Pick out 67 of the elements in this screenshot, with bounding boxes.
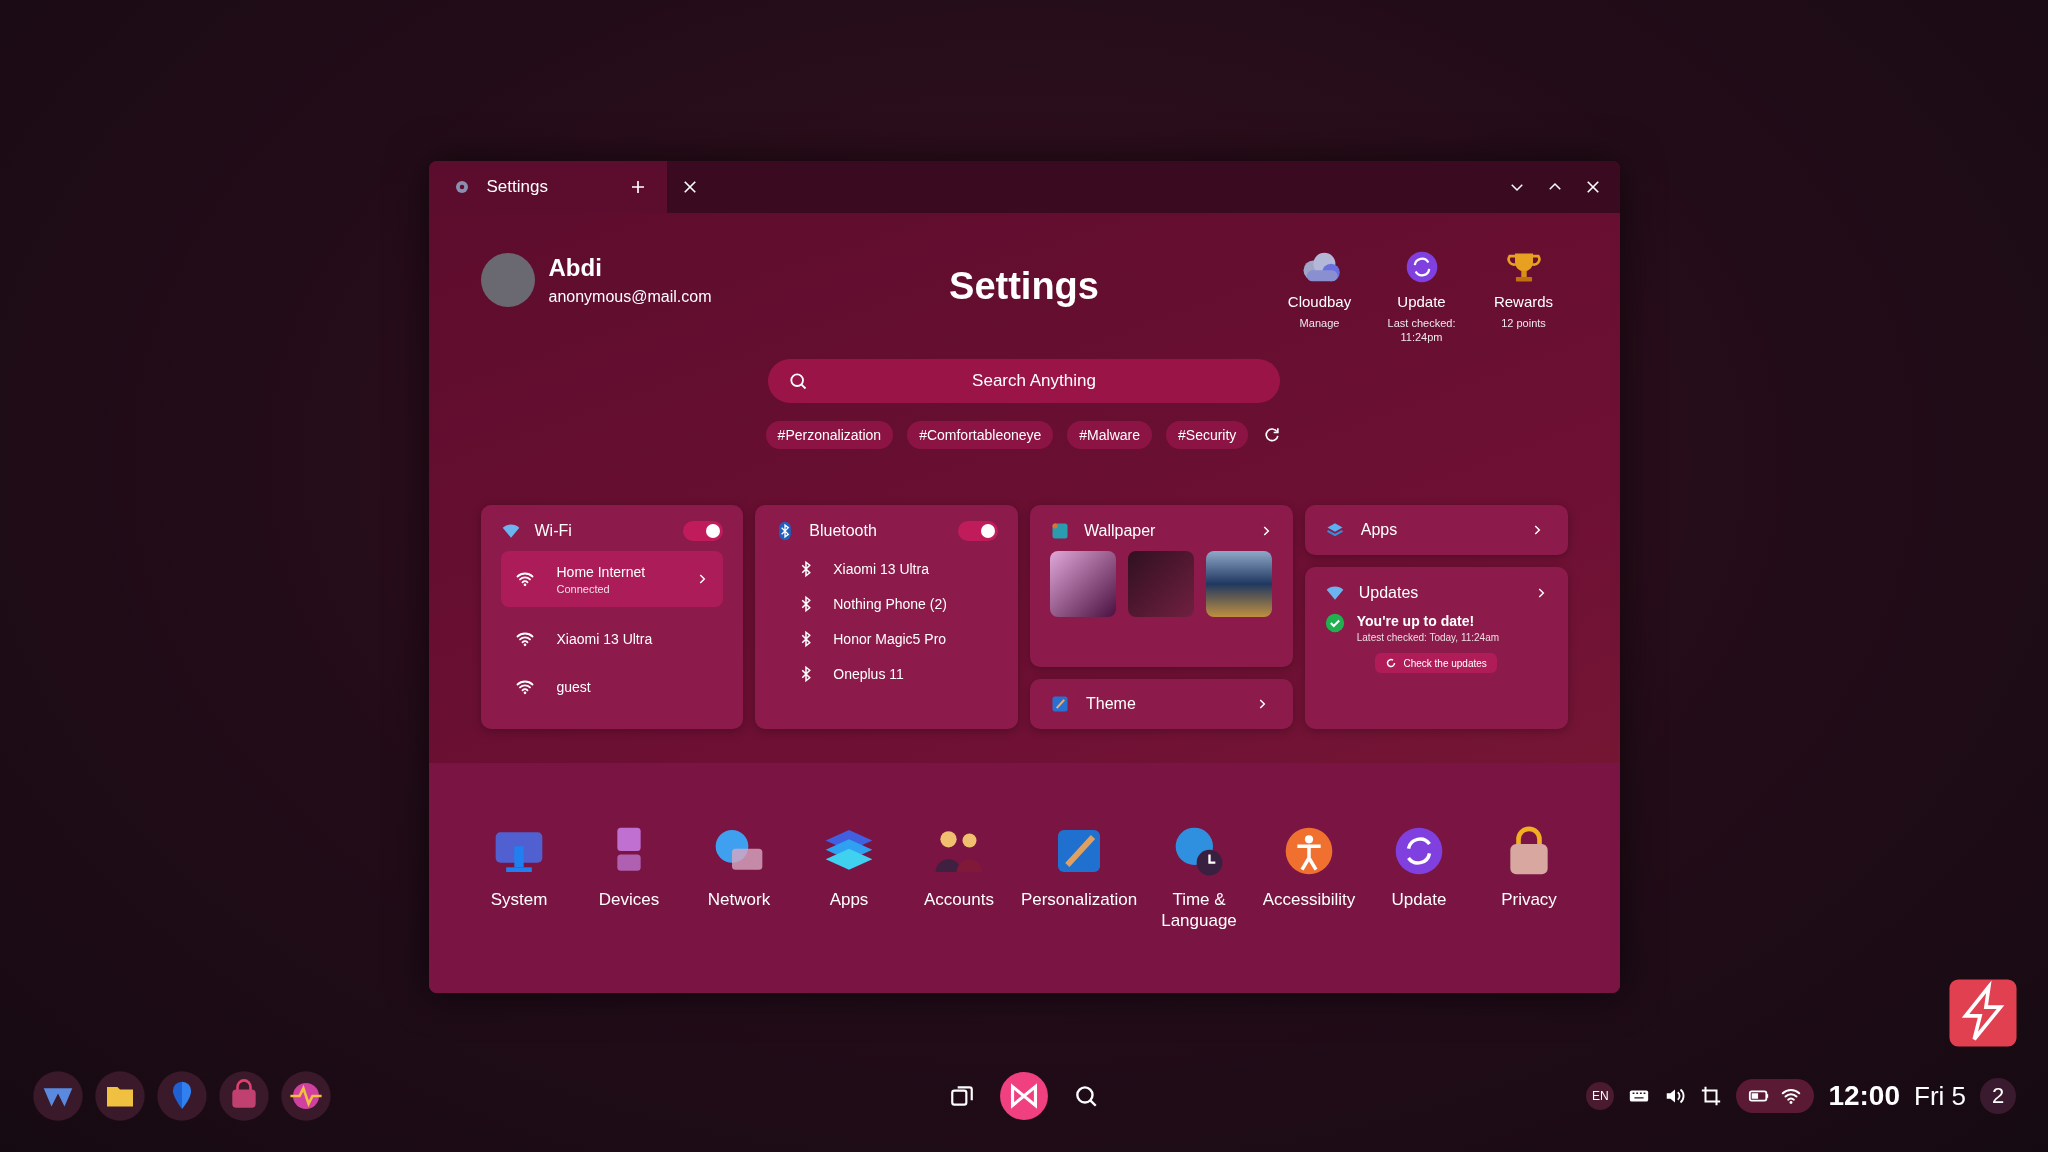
quick-link-caption: Manage (1298, 316, 1341, 331)
quick-link-caption: Last checked: 11:24pm (1386, 316, 1457, 345)
avatar[interactable] (480, 253, 535, 307)
category-item[interactable]: Personalization (1014, 823, 1144, 993)
tag-chip[interactable]: #Comfortableoneye (907, 421, 1054, 449)
wallpaper-thumbnail[interactable] (1050, 551, 1116, 617)
crop-icon[interactable] (1700, 1085, 1723, 1107)
status-pill[interactable] (1736, 1079, 1815, 1113)
map-pin-icon[interactable] (156, 1070, 208, 1122)
wifi-list-item[interactable]: Xiaomi 13 Ultra (500, 617, 724, 661)
category-item[interactable]: Apps (794, 823, 904, 993)
pulse-icon[interactable] (280, 1070, 332, 1122)
wallpaper-thumbnail[interactable] (1128, 551, 1194, 617)
date[interactable]: Fri 5 (1914, 1080, 1966, 1112)
start-icon[interactable] (999, 1071, 1049, 1121)
quick-link-label[interactable]: Cloudbay (1287, 293, 1352, 310)
folder-icon[interactable] (94, 1070, 146, 1122)
wifi-list-item[interactable]: Home Internet Connected (500, 551, 724, 607)
user-name: Abdi (548, 254, 603, 282)
language-indicator[interactable]: EN (1586, 1082, 1615, 1110)
device-item[interactable]: Nothing Phone (2) (775, 586, 998, 621)
category-item[interactable]: Network (684, 823, 794, 993)
bluetooth-toggle[interactable] (958, 521, 998, 541)
card-title: Wi-Fi (534, 522, 572, 540)
search-icon[interactable] (1073, 1083, 1099, 1109)
window-tab[interactable]: Settings (428, 161, 667, 213)
brush-icon (1050, 694, 1070, 714)
quick-link-label[interactable]: Rewards (1493, 293, 1554, 310)
device-item[interactable]: Xiaomi 13 Ultra (775, 551, 998, 586)
windows-icon[interactable] (949, 1083, 975, 1109)
wallpaper-thumbnail[interactable] (1206, 551, 1272, 617)
refresh-icon (1385, 657, 1398, 669)
shopping-bag-icon[interactable] (218, 1070, 270, 1122)
card-title[interactable]: Wallpaper (1084, 522, 1156, 540)
apps-card[interactable]: Apps (1304, 505, 1568, 555)
category-item[interactable]: Accounts (904, 823, 1014, 993)
check-icon (1324, 613, 1345, 633)
notification-badge[interactable]: 2 (1980, 1078, 2016, 1114)
tag-chip[interactable]: #Perzonalization (765, 421, 894, 449)
user-email: anonymous@mail.com (548, 288, 712, 306)
category-item[interactable]: Devices (574, 823, 684, 993)
category-item[interactable]: Privacy (1474, 823, 1584, 993)
wifi-list-item[interactable]: guest (500, 665, 724, 709)
category-item[interactable]: Update (1364, 823, 1474, 993)
search-field[interactable]: Search Anything (768, 359, 1280, 403)
lightning-icon[interactable] (1948, 978, 2018, 1048)
tag-chip[interactable]: #Malware (1067, 421, 1152, 449)
category-item[interactable]: Time & Language (1144, 823, 1254, 993)
page-title: Settings (948, 265, 1100, 308)
clock[interactable]: 12:00 (1828, 1080, 1900, 1112)
theme-card[interactable]: Theme (1030, 679, 1293, 729)
quick-link-caption: 12 points (1500, 316, 1547, 331)
quick-link-label[interactable]: Update (1397, 293, 1446, 310)
card-title: Theme (1086, 695, 1136, 713)
category-item[interactable]: System (464, 823, 574, 993)
card-title[interactable]: Updates (1358, 584, 1419, 602)
device-item[interactable]: Oneplus 11 (775, 656, 998, 691)
card-title: Bluetooth (809, 522, 877, 540)
category-item[interactable]: Accessibility (1254, 823, 1364, 993)
tag-chip[interactable]: #Security (1166, 421, 1249, 449)
device-item[interactable]: Honor Magic5 Pro (775, 621, 998, 656)
last-checked-text: Latest checked: Today, 11:24am (1356, 632, 1500, 643)
wifi-toggle[interactable] (683, 521, 724, 541)
app-launcher-icon[interactable] (32, 1070, 84, 1122)
update-status: You're up to date! (1356, 613, 1476, 629)
check-updates-button[interactable]: Check the updates (1375, 653, 1497, 673)
card-title: Apps (1360, 521, 1398, 539)
